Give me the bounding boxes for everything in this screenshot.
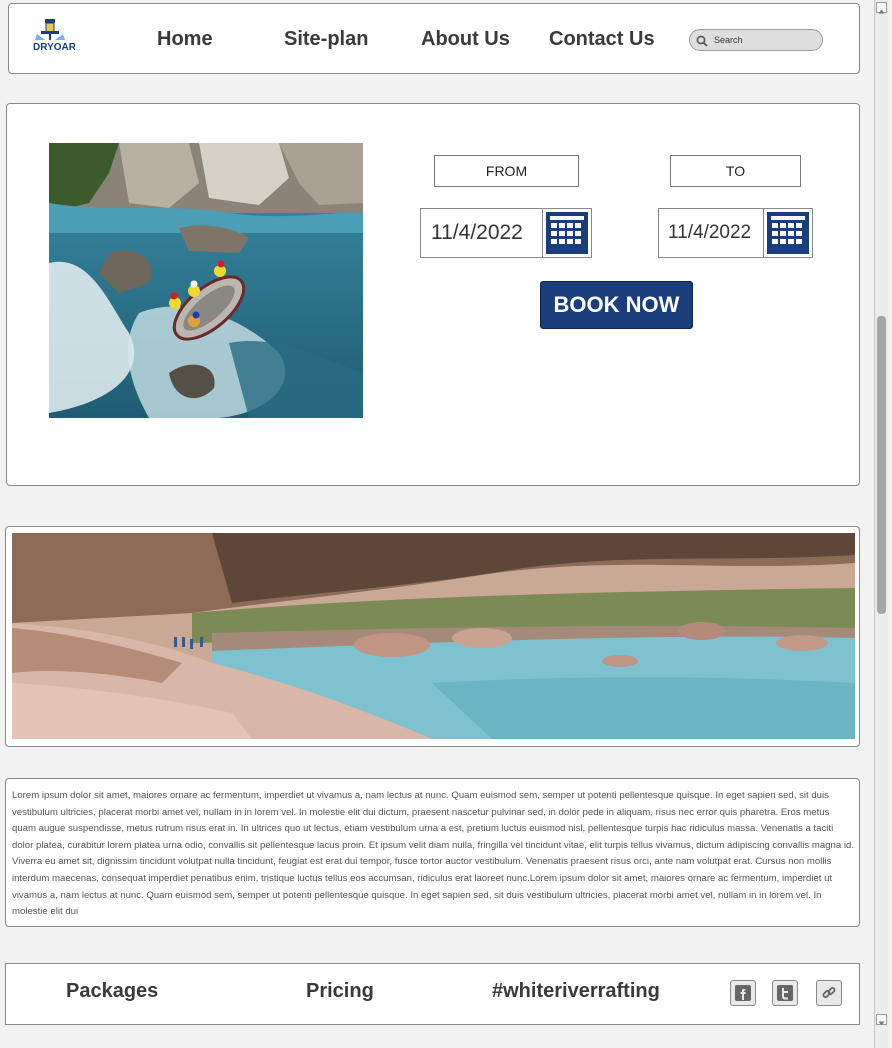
from-label: FROM [434, 155, 579, 187]
to-date-input[interactable]: 11/4/2022 [658, 208, 764, 258]
canyon-panel [5, 526, 860, 747]
to-label: TO [670, 155, 801, 187]
svg-text:DRYOAR: DRYOAR [33, 42, 75, 53]
from-date-input[interactable]: 11/4/2022 [420, 208, 544, 258]
nav-home[interactable]: Home [157, 28, 213, 51]
nav-site-plan[interactable]: Site-plan [284, 28, 368, 51]
twitter-icon[interactable] [772, 980, 798, 1006]
book-now-button[interactable]: BOOK NOW [540, 281, 693, 329]
description-text: Lorem ipsum dolor sit amet, maiores orna… [12, 790, 854, 918]
nav-contact-us[interactable]: Contact Us [549, 28, 655, 51]
header-bar: DRYOAR Home Site-plan About Us Contact U… [8, 3, 860, 74]
footer-pricing-link[interactable]: Pricing [306, 980, 374, 1003]
link-icon[interactable] [816, 980, 842, 1006]
search-icon [696, 34, 708, 47]
footer-packages-link[interactable]: Packages [66, 980, 158, 1003]
search-input[interactable] [714, 32, 814, 48]
booking-panel: FROM TO 11/4/2022 11/4/2022 BOOK NOW [6, 103, 860, 486]
dryoar-logo[interactable]: DRYOAR [31, 18, 77, 58]
canyon-river-photo [12, 533, 855, 739]
footer-bar: Packages Pricing #whiteriverrafting [5, 963, 860, 1025]
scroll-down-arrow-icon[interactable] [876, 1014, 887, 1026]
search-box[interactable] [689, 29, 823, 51]
scroll-up-arrow-icon[interactable] [876, 2, 887, 14]
nav-about-us[interactable]: About Us [421, 28, 510, 51]
scrollbar-thumb[interactable] [877, 316, 886, 614]
to-calendar-icon[interactable] [763, 208, 813, 258]
rafting-photo [49, 143, 363, 418]
footer-hashtag-link[interactable]: #whiteriverrafting [492, 980, 660, 1003]
vertical-scrollbar[interactable] [874, 0, 888, 1048]
facebook-icon[interactable] [730, 980, 756, 1006]
from-calendar-icon[interactable] [542, 208, 592, 258]
description-panel: Lorem ipsum dolor sit amet, maiores orna… [5, 778, 860, 927]
